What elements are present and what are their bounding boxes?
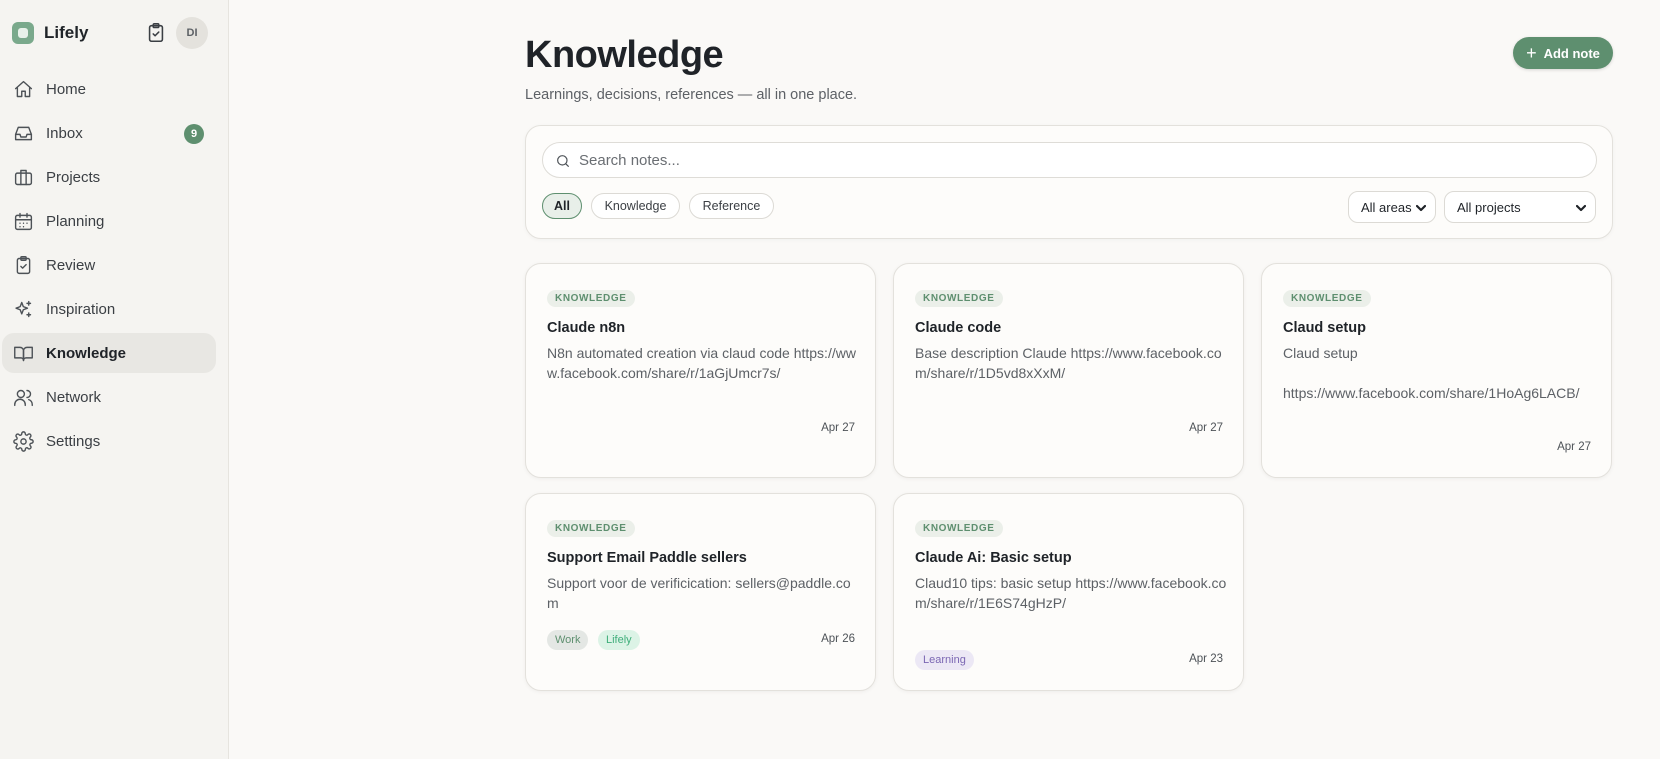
- sidebar-item-label: Planning: [46, 212, 105, 230]
- note-card[interactable]: KNOWLEDGE Support Email Paddle sellers S…: [525, 493, 876, 691]
- note-title: Claud setup: [1283, 320, 1366, 336]
- sidebar-item-home[interactable]: Home: [2, 69, 216, 109]
- note-date: Apr 23: [1189, 653, 1223, 665]
- filter-chip-reference[interactable]: Reference: [689, 193, 774, 219]
- sidebar-item-label: Review: [46, 256, 96, 274]
- note-kind-badge: KNOWLEDGE: [915, 290, 1003, 307]
- sidebar-item-review[interactable]: Review: [2, 245, 216, 285]
- area-select-value: All areas: [1361, 199, 1412, 215]
- inbox-count-badge: 9: [184, 124, 204, 144]
- note-card[interactable]: KNOWLEDGE Claude Ai: Basic setup Claud10…: [893, 493, 1244, 691]
- inbox-icon: [14, 126, 33, 140]
- note-body: Claud10 tips: basic setup https://www.fa…: [915, 575, 1227, 611]
- sidebar-item-label: Knowledge: [46, 344, 127, 362]
- sidebar-item-network[interactable]: Network: [2, 377, 216, 417]
- clipboard-check-icon[interactable]: [145, 21, 167, 45]
- note-date: Apr 27: [1189, 422, 1223, 434]
- add-note-label: Add note: [1543, 45, 1600, 61]
- filter-chip-knowledge[interactable]: Knowledge: [591, 193, 680, 219]
- note-card[interactable]: KNOWLEDGE Claude code Base description C…: [893, 263, 1244, 478]
- briefcase-icon: [14, 169, 33, 185]
- tag-learning[interactable]: Learning: [915, 650, 974, 670]
- note-body: Base description Claude https://www.face…: [915, 345, 1222, 381]
- note-body: Claud setup https://www.facebook.com/sha…: [1283, 345, 1580, 401]
- note-kind-badge: KNOWLEDGE: [1283, 290, 1371, 307]
- sidebar-item-label: Home: [46, 80, 87, 98]
- note-date: Apr 27: [1557, 441, 1591, 453]
- note-card[interactable]: KNOWLEDGE Claud setup Claud setup https:…: [1261, 263, 1612, 478]
- sidebar-item-inbox[interactable]: Inbox 9: [2, 113, 216, 153]
- page-title: Knowledge: [525, 34, 724, 76]
- calendar-icon: [14, 212, 33, 230]
- search-input[interactable]: [579, 143, 1579, 177]
- lifely-logo-icon: [12, 22, 34, 44]
- sidebar-item-planning[interactable]: Planning: [2, 201, 216, 241]
- avatar[interactable]: DI: [176, 17, 208, 49]
- note-card[interactable]: KNOWLEDGE Claude n8n N8n automated creat…: [525, 263, 876, 478]
- plus-icon: +: [1526, 43, 1537, 63]
- sidebar-item-label: Projects: [46, 168, 101, 186]
- note-kind-badge: KNOWLEDGE: [547, 520, 635, 537]
- project-select-value: All projects: [1457, 199, 1521, 215]
- sidebar-item-label: Inbox: [46, 124, 83, 142]
- note-body: Support voor de verificication: sellers@…: [547, 575, 851, 611]
- note-kind-badge: KNOWLEDGE: [915, 520, 1003, 537]
- chevron-down-icon: [1416, 204, 1426, 212]
- sidebar-item-settings[interactable]: Settings: [2, 421, 216, 461]
- sidebar: Lifely DI Home Inbox 9 Projects Planning…: [0, 0, 229, 759]
- gear-icon: [13, 430, 34, 452]
- page-subtitle: Learnings, decisions, references — all i…: [525, 87, 858, 103]
- sidebar-item-label: Inspiration: [46, 300, 116, 318]
- area-select[interactable]: All areas: [1348, 191, 1436, 223]
- search-box[interactable]: [542, 142, 1597, 178]
- brand-name: Lifely: [44, 23, 89, 42]
- home-icon: [14, 80, 33, 97]
- filter-panel: All Knowledge Reference All areas All pr…: [525, 125, 1613, 239]
- users-icon: [14, 389, 33, 406]
- note-title: Claude Ai: Basic setup: [915, 550, 1072, 566]
- tag-work[interactable]: Work: [547, 630, 589, 650]
- sparkles-icon: [15, 300, 32, 317]
- filter-chip-all[interactable]: All: [542, 193, 582, 219]
- project-select[interactable]: All projects: [1444, 191, 1596, 223]
- sidebar-item-knowledge[interactable]: Knowledge: [2, 333, 216, 373]
- chevron-down-icon: [1576, 204, 1586, 212]
- sidebar-item-inspiration[interactable]: Inspiration: [2, 289, 216, 329]
- tag-lifely[interactable]: Lifely: [598, 630, 640, 650]
- sidebar-item-label: Network: [46, 388, 102, 406]
- note-title: Claude code: [915, 320, 1002, 336]
- note-date: Apr 26: [821, 633, 855, 645]
- sidebar-item-projects[interactable]: Projects: [2, 157, 216, 197]
- brand[interactable]: Lifely: [12, 20, 88, 46]
- note-kind-badge: KNOWLEDGE: [547, 290, 635, 307]
- note-body: N8n automated creation via claud code ht…: [547, 345, 856, 381]
- book-open-icon: [14, 346, 33, 361]
- search-icon: [557, 155, 569, 167]
- sidebar-item-label: Settings: [46, 432, 101, 450]
- add-note-button[interactable]: + Add note: [1513, 37, 1613, 69]
- note-title: Claude n8n: [547, 320, 626, 336]
- note-title: Support Email Paddle sellers: [547, 550, 747, 566]
- note-date: Apr 27: [821, 422, 855, 434]
- clipboard-check-icon: [16, 255, 31, 274]
